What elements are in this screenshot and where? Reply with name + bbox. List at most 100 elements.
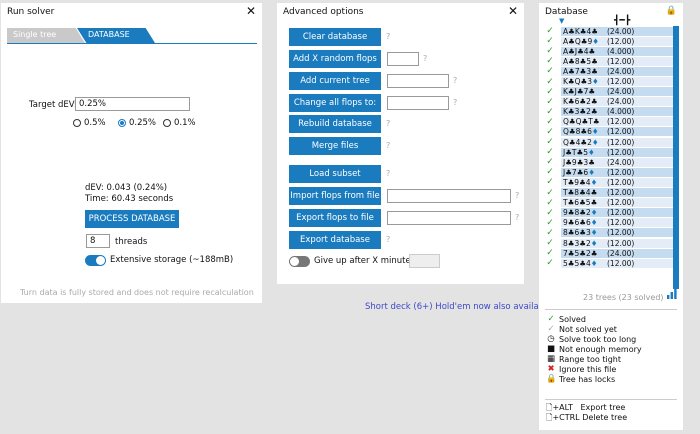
export-database-button[interactable]: Export database: [289, 231, 381, 249]
extensive-storage-label: Extensive storage (~188mB): [110, 255, 234, 265]
radio-0-1[interactable]: 0.1%: [163, 118, 196, 128]
database-row[interactable]: ✓ J♣7♣6♦ (12.00): [543, 167, 679, 177]
help-icon[interactable]: ?: [423, 54, 427, 63]
give-up-label: Give up after X minutes:: [314, 256, 419, 266]
check-icon: ✓: [546, 167, 554, 178]
change-all-flops-button[interactable]: Change all flops to:: [289, 94, 381, 112]
radio-label: 0.1%: [174, 118, 196, 128]
tab-single-tree[interactable]: Single tree: [7, 28, 85, 43]
give-up-minutes-input[interactable]: [409, 254, 440, 268]
bar-chart-icon[interactable]: [667, 289, 677, 299]
tab-database[interactable]: DATABASE: [77, 28, 155, 43]
merge-files-button[interactable]: Merge files: [289, 137, 381, 155]
export-path-input[interactable]: [387, 211, 511, 225]
threads-input[interactable]: 8: [86, 234, 110, 248]
scrollbar[interactable]: [673, 26, 679, 289]
shortcut-keys: +CTRL: [552, 413, 580, 422]
database-row[interactable]: ✓ 8♣6♣3♦ (12.00): [543, 228, 679, 238]
tree-size: (24.00): [605, 26, 679, 36]
give-up-toggle[interactable]: [289, 256, 310, 267]
help-icon[interactable]: ?: [515, 213, 519, 222]
dumbbell-icon[interactable]: ┫━┣: [614, 16, 630, 26]
database-row[interactable]: ✓ 9♣8♣2♦ (12.00): [543, 208, 679, 218]
rebuild-database-button[interactable]: Rebuild database: [289, 115, 381, 133]
check-icon: ✓: [546, 197, 554, 208]
flop-label: T♣8♣4♣: [561, 188, 605, 198]
database-row[interactable]: ✓ K♣3♣2♣ (4.000): [543, 107, 679, 117]
legend-too-long: ◷ Solve took too long: [546, 334, 642, 344]
database-row[interactable]: ✓ T♣9♣4♦ (12.00): [543, 177, 679, 187]
tree-size: (12.00): [605, 218, 679, 228]
short-deck-link[interactable]: Short deck (6+) Hold'em now also availab…: [365, 302, 552, 312]
check-icon: ✓: [546, 248, 554, 259]
database-row[interactable]: ✓ A♣J♣4♣ (4.000): [543, 46, 679, 56]
database-row[interactable]: ✓ A♣Q♣9♦ (12.00): [543, 36, 679, 46]
check-icon: ✓: [546, 177, 554, 188]
tree-size: (12.00): [605, 177, 679, 187]
database-row[interactable]: ✓ T♣6♣5♣ (12.00): [543, 198, 679, 208]
target-dev-input[interactable]: 0.25%: [75, 97, 190, 111]
help-icon[interactable]: ?: [515, 191, 519, 200]
help-icon[interactable]: ?: [386, 141, 390, 150]
extensive-storage-toggle[interactable]: [85, 255, 106, 266]
radio-0-5[interactable]: 0.5%: [73, 118, 106, 128]
run-solver-panel: Run solver ✕ Single tree DATABASE Target…: [1, 3, 262, 303]
lock-icon[interactable]: 🔒: [666, 6, 677, 16]
legend-locks: 🔒 Tree has locks: [546, 374, 642, 384]
export-flops-button[interactable]: Export flops to file: [289, 209, 381, 227]
load-subset-button[interactable]: Load subset: [289, 165, 381, 183]
database-row[interactable]: ✓ 9♣6♣6♦ (12.00): [543, 218, 679, 228]
radio-circle: [73, 119, 81, 127]
database-row[interactable]: ✓ 7♣5♣2♣ (24.00): [543, 248, 679, 258]
current-tree-input[interactable]: [387, 74, 449, 88]
change-flops-input[interactable]: [387, 96, 449, 110]
database-row[interactable]: ✓ Q♣4♣2♦ (12.00): [543, 137, 679, 147]
help-icon[interactable]: ?: [453, 76, 457, 85]
help-icon[interactable]: ?: [453, 98, 457, 107]
import-path-input[interactable]: [387, 189, 511, 203]
check-icon: ✓: [546, 207, 554, 218]
status-legend: ✓ Solved ✓ Not solved yet ◷ Solve took too …: [546, 314, 642, 384]
database-row[interactable]: ✓ K♣6♣2♣ (24.00): [543, 97, 679, 107]
close-icon[interactable]: ✕: [246, 5, 256, 17]
check-icon: ✓: [546, 86, 554, 97]
close-icon[interactable]: ✕: [508, 5, 518, 17]
flop-label: A♣K♣4♣: [561, 26, 605, 36]
database-row[interactable]: ✓ 8♣3♣2♦ (12.00): [543, 238, 679, 248]
sort-arrow-icon[interactable]: ▼: [559, 17, 564, 25]
help-icon[interactable]: ?: [386, 169, 390, 178]
random-count-input[interactable]: [387, 52, 419, 66]
shortcut-keys: +ALT: [552, 403, 573, 412]
clear-database-button[interactable]: Clear database: [289, 28, 381, 46]
process-database-button[interactable]: PROCESS DATABASE: [85, 210, 179, 228]
help-icon[interactable]: ?: [386, 235, 390, 244]
database-row[interactable]: ✓ J♣9♣3♣ (24.00): [543, 157, 679, 167]
legend-memory: ■ Not enough memory: [546, 344, 642, 354]
database-row[interactable]: ✓ 5♣5♣4♦ (12.00): [543, 258, 679, 268]
import-flops-button[interactable]: Import flops from file: [289, 187, 381, 205]
database-row[interactable]: ✓ Q♣Q♣T♣ (12.00): [543, 117, 679, 127]
check-outline-icon: ✓: [547, 324, 555, 334]
advanced-options-panel: Advanced options ✕ Clear database ? Add …: [277, 3, 524, 284]
database-row[interactable]: ✓ A♣8♣5♣ (12.00): [543, 56, 679, 66]
help-icon[interactable]: ?: [386, 32, 390, 41]
help-icon[interactable]: ?: [386, 119, 390, 128]
add-random-flops-button[interactable]: Add X random flops: [289, 50, 381, 68]
flop-label: T♣9♣4♦: [561, 177, 605, 187]
flop-label: 7♣5♣2♣: [561, 248, 605, 258]
radio-0-25[interactable]: 0.25%: [118, 118, 156, 128]
tree-size: (12.00): [605, 228, 679, 238]
tree-size: (24.00): [605, 157, 679, 167]
database-row[interactable]: ✓ K♣J♣7♣ (24.00): [543, 87, 679, 97]
shortcut-action: Delete tree: [582, 413, 628, 422]
database-row[interactable]: ✓ Q♣8♣6♦ (12.00): [543, 127, 679, 137]
legend-label: Not enough memory: [559, 344, 642, 354]
add-current-tree-button[interactable]: Add current tree: [289, 72, 381, 90]
database-row[interactable]: ✓ J♣T♣5♦ (12.00): [543, 147, 679, 157]
database-row[interactable]: ✓ K♣Q♣3♦ (12.00): [543, 76, 679, 87]
database-row[interactable]: ✓ T♣8♣4♣ (12.00): [543, 188, 679, 198]
tree-size: (12.00): [605, 137, 679, 147]
database-row[interactable]: ✓ A♣K♣4♣ (24.00): [543, 26, 679, 36]
check-icon: ✓: [546, 217, 554, 228]
database-row[interactable]: ✓ A♣7♣3♣ (24.00): [543, 66, 679, 76]
